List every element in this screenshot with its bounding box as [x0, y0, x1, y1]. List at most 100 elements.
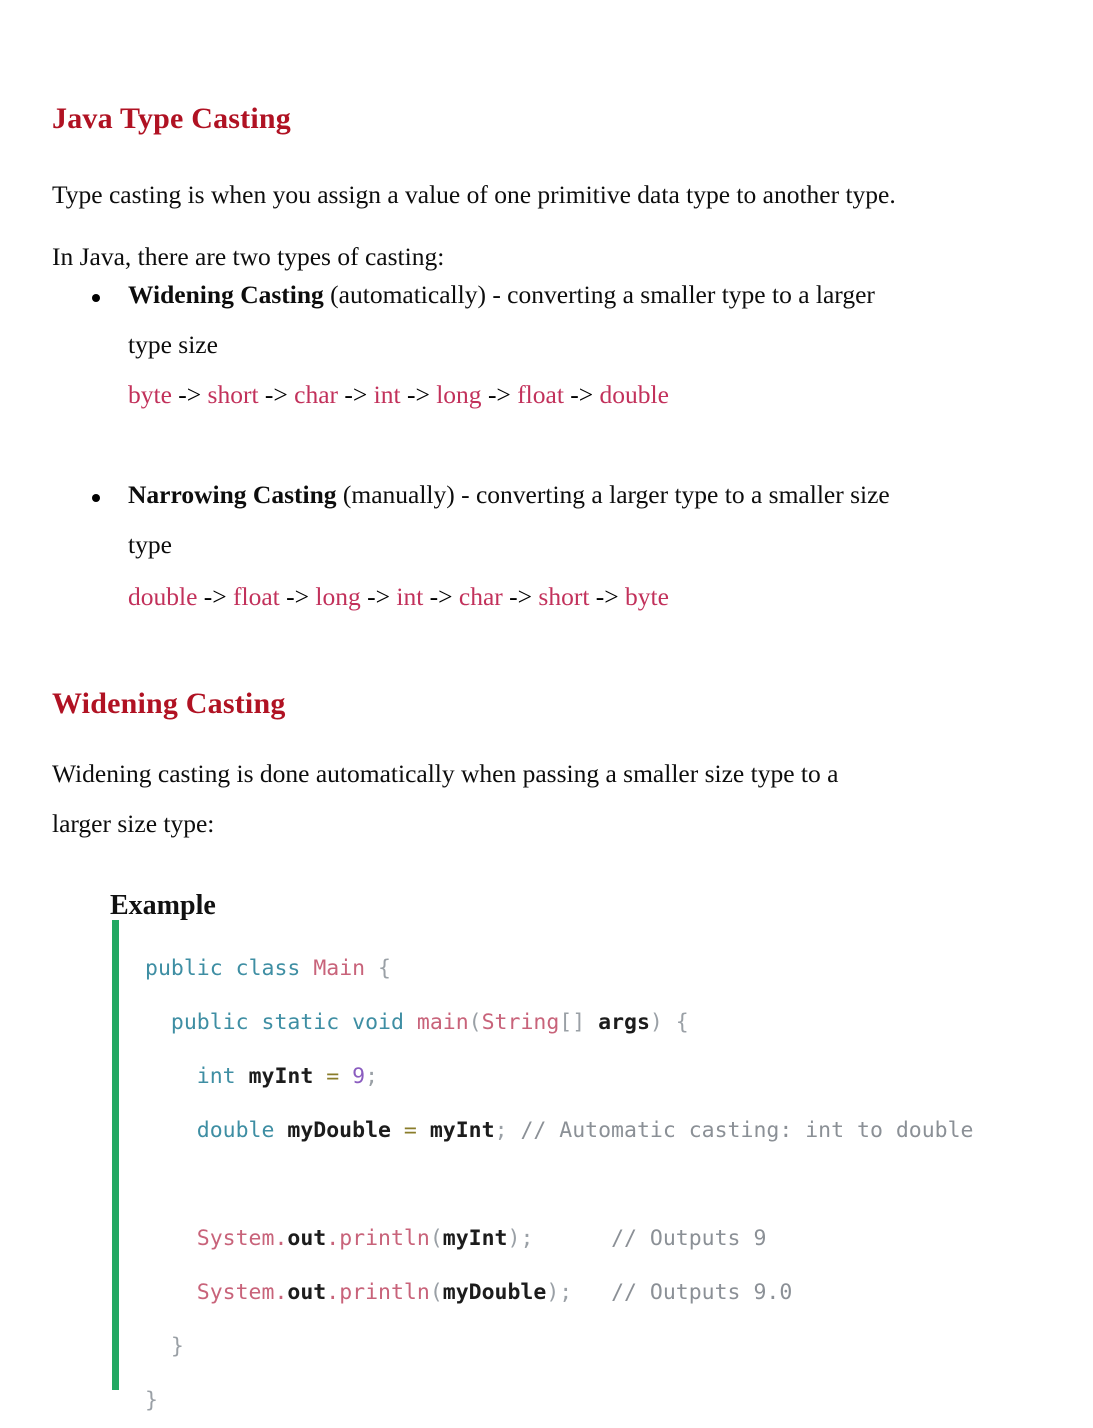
- type-name: double: [599, 380, 669, 409]
- bullet-marker: [92, 494, 100, 502]
- code-block: public class Main { public static void m…: [145, 942, 1065, 1428]
- code-token-cmt: // Outputs 9: [611, 1225, 767, 1251]
- type-name: double: [128, 582, 198, 611]
- chain-arrow: ->: [279, 582, 316, 611]
- chain-arrow: ->: [481, 380, 518, 409]
- casting-type-line-2-cont: type: [128, 530, 172, 559]
- code-token-cmt: // Automatic casting: int to double: [520, 1117, 974, 1143]
- code-token-pun: [223, 956, 236, 981]
- code-token-kw: class: [235, 955, 301, 981]
- code-token-pun: [300, 956, 313, 981]
- code-token-id: args: [598, 1009, 650, 1035]
- type-name: float: [517, 380, 564, 409]
- code-token-op: =: [403, 1117, 417, 1143]
- code-token-pun: ;: [365, 1063, 379, 1089]
- code-token-cls: Main: [313, 955, 366, 981]
- type-name: char: [294, 380, 339, 409]
- code-token-pun: [313, 1064, 326, 1089]
- code-token-pun: [533, 1226, 611, 1251]
- casting-type-line-2: Narrowing Casting (manually) - convertin…: [128, 480, 890, 510]
- code-token-pun: [249, 1010, 262, 1035]
- chain-arrow: ->: [338, 380, 374, 409]
- code-token-id: out: [287, 1279, 327, 1305]
- type-name: long: [315, 582, 361, 611]
- code-token-pun: (: [429, 1225, 443, 1251]
- code-token-num: 9: [352, 1063, 366, 1089]
- code-token-pun: }: [145, 1387, 158, 1413]
- code-token-id: myInt: [429, 1117, 495, 1143]
- page-title: Java Type Casting: [52, 102, 291, 136]
- intro-paragraph-1: Type casting is when you assign a value …: [52, 179, 896, 209]
- code-token-op: =: [326, 1063, 340, 1089]
- code-block-accent-bar: [112, 920, 119, 1390]
- chain-arrow: ->: [563, 380, 600, 409]
- code-line: int myInt = 9;: [145, 1050, 1065, 1104]
- code-token-pun: );: [546, 1279, 573, 1305]
- code-token-id: myInt: [248, 1063, 314, 1089]
- casting-type-description: - converting a larger type to a smaller …: [454, 480, 890, 509]
- code-token-pun: ;: [494, 1117, 521, 1143]
- code-token-id: myDouble: [442, 1279, 547, 1305]
- code-token-id: myInt: [442, 1225, 508, 1251]
- code-token-pun: [391, 1118, 404, 1143]
- narrowing-chain: double -> float -> long -> int -> char -…: [128, 582, 669, 612]
- code-token-kw: static: [261, 1009, 340, 1035]
- casting-type-line-1-cont: type size: [128, 330, 218, 359]
- type-name: short: [207, 380, 259, 409]
- chain-arrow: ->: [400, 380, 437, 409]
- widening-chain: byte -> short -> char -> int -> long -> …: [128, 380, 669, 410]
- code-token-pun: [572, 1280, 611, 1305]
- type-name: float: [233, 582, 280, 611]
- code-token-pun: ) {: [649, 1009, 689, 1035]
- code-line: }: [145, 1320, 1065, 1374]
- type-name: char: [458, 582, 503, 611]
- chain-arrow: ->: [502, 582, 539, 611]
- type-name: int: [396, 582, 424, 611]
- code-token-fn: println: [339, 1225, 430, 1251]
- intro-paragraph-2: In Java, there are two types of casting:: [52, 241, 445, 271]
- type-name: short: [538, 582, 590, 611]
- code-token-pun: []: [559, 1009, 599, 1035]
- chain-arrow: ->: [423, 582, 459, 611]
- code-token-kw: void: [352, 1009, 404, 1035]
- code-token-cls: System: [196, 1225, 275, 1251]
- code-token-fn: .: [326, 1225, 340, 1251]
- type-name: long: [436, 380, 482, 409]
- code-token-cmt: // Outputs 9.0: [611, 1279, 793, 1305]
- code-token-pun: [339, 1010, 352, 1035]
- code-line: double myDouble = myInt; // Automatic ca…: [145, 1104, 1065, 1158]
- code-line: }: [145, 1374, 1065, 1428]
- code-token-fn: .: [326, 1279, 340, 1305]
- code-line: System.out.println(myDouble); // Outputs…: [145, 1266, 1065, 1320]
- type-name: byte: [128, 380, 172, 409]
- bullet-marker: [92, 294, 100, 302]
- casting-type-qualifier: (manually): [342, 480, 455, 509]
- code-token-fn: println: [339, 1279, 430, 1305]
- code-line: System.out.println(myInt); // Outputs 9: [145, 1212, 1065, 1266]
- casting-type-description: - converting a smaller type to a larger: [485, 280, 875, 309]
- casting-type-line-1: Widening Casting (automatically) - conve…: [128, 280, 875, 310]
- section-heading-widening-casting: Widening Casting: [52, 686, 286, 720]
- code-token-cls: String: [481, 1009, 560, 1035]
- code-token-id: out: [287, 1225, 327, 1251]
- code-token-fn: main: [416, 1009, 469, 1035]
- code-token-cls: System: [196, 1279, 275, 1305]
- code-token-kw: public: [170, 1009, 249, 1035]
- code-line: public static void main(String[] args) {: [145, 996, 1065, 1050]
- chain-arrow: ->: [589, 582, 626, 611]
- example-heading: Example: [110, 890, 216, 921]
- code-token-fn: .: [274, 1225, 288, 1251]
- casting-type-qualifier: (automatically): [330, 280, 486, 309]
- code-token-pun: }: [170, 1333, 184, 1359]
- code-token-pun: );: [507, 1225, 534, 1251]
- code-line: public class Main {: [145, 942, 1065, 996]
- type-name: byte: [625, 582, 669, 611]
- code-token-pun: {: [365, 955, 391, 981]
- chain-arrow: ->: [258, 380, 295, 409]
- type-name: int: [373, 380, 401, 409]
